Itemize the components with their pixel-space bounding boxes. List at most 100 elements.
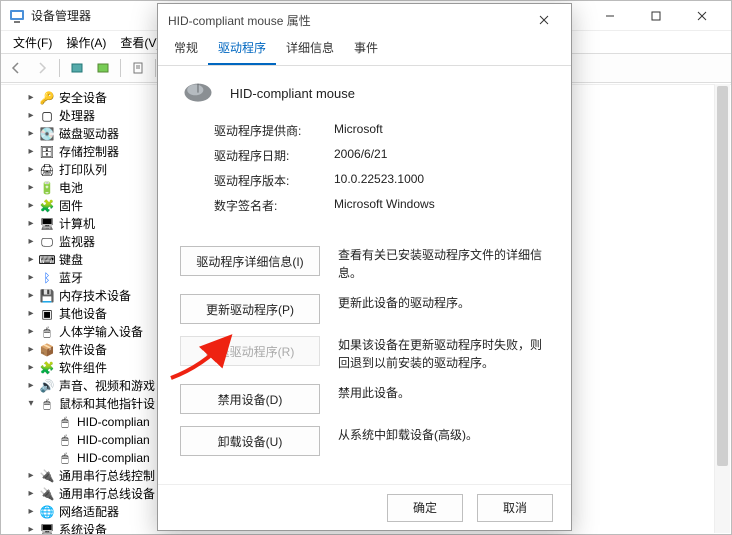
vertical-scrollbar[interactable] — [714, 84, 730, 533]
tree-twisty[interactable]: ▸ — [25, 164, 37, 176]
tree-node-icon: 💽 — [39, 126, 55, 142]
tree-node-icon: ᛒ — [39, 270, 55, 286]
tree-twisty[interactable]: ▸ — [25, 200, 37, 212]
tree-twisty[interactable]: ▸ — [25, 524, 37, 534]
tree-twisty[interactable]: ▸ — [25, 326, 37, 338]
tree-node-label: 通用串行总线控制 — [59, 467, 155, 485]
dlg-titlebar: HID-compliant mouse 属性 — [158, 4, 571, 36]
tree-twisty[interactable]: ▸ — [25, 344, 37, 356]
tab-events[interactable]: 事件 — [344, 33, 388, 65]
tb-back[interactable] — [5, 57, 27, 79]
tree-twisty[interactable]: ▾ — [25, 398, 37, 410]
dm-app-icon — [9, 8, 25, 24]
tb-properties[interactable] — [127, 57, 149, 79]
tree-node-icon: 🗄 — [39, 144, 55, 160]
update-driver-button[interactable]: 更新驱动程序(P) — [180, 294, 320, 324]
tree-node-label: 键盘 — [59, 251, 83, 269]
tree-twisty[interactable]: ▸ — [25, 362, 37, 374]
menu-action[interactable]: 操作(A) — [60, 32, 112, 53]
uninstall-device-button[interactable]: 卸载设备(U) — [180, 426, 320, 456]
minimize-button[interactable] — [589, 2, 631, 30]
version-value: 10.0.22523.1000 — [334, 172, 549, 186]
driver-details-desc: 查看有关已安装驱动程序文件的详细信息。 — [338, 246, 549, 282]
tree-node-label: 鼠标和其他指针设 — [59, 395, 155, 413]
tree-node-icon: 📦 — [39, 342, 55, 358]
tree-twisty[interactable] — [43, 452, 55, 464]
tree-twisty[interactable] — [43, 416, 55, 428]
tree-twisty[interactable]: ▸ — [25, 146, 37, 158]
driver-details-button[interactable]: 驱动程序详细信息(I) — [180, 246, 320, 276]
tree-node-icon: ⌨ — [39, 252, 55, 268]
signer-label: 数字签名者: — [214, 197, 334, 214]
tree-node-label: 处理器 — [59, 107, 95, 125]
rollback-driver-desc: 如果该设备在更新驱动程序时失败，则回退到以前安装的驱动程序。 — [338, 336, 549, 372]
tree-twisty[interactable]: ▸ — [25, 236, 37, 248]
tree-twisty[interactable]: ▸ — [25, 506, 37, 518]
tab-general[interactable]: 常规 — [164, 33, 208, 65]
cancel-button[interactable]: 取消 — [477, 494, 553, 522]
tree-node-icon: 💾 — [39, 288, 55, 304]
tree-twisty[interactable]: ▸ — [25, 308, 37, 320]
date-label: 驱动程序日期: — [214, 147, 334, 164]
tree-node-label: 通用串行总线设备 — [59, 485, 155, 503]
ok-button[interactable]: 确定 — [387, 494, 463, 522]
tree-node-icon: 🔌 — [39, 486, 55, 502]
tb-action1[interactable] — [66, 57, 88, 79]
tree-twisty[interactable]: ▸ — [25, 272, 37, 284]
tree-node-label: 存储控制器 — [59, 143, 119, 161]
tree-twisty[interactable]: ▸ — [25, 182, 37, 194]
mouse-icon — [180, 80, 216, 106]
tree-node-label: 内存技术设备 — [59, 287, 131, 305]
tree-node-icon: 🔊 — [39, 378, 55, 394]
dlg-tabs: 常规 驱动程序 详细信息 事件 — [158, 36, 571, 66]
tree-twisty[interactable] — [43, 434, 55, 446]
tree-node-label: 固件 — [59, 197, 83, 215]
tree-twisty[interactable]: ▸ — [25, 290, 37, 302]
tree-node-icon: 🖵 — [39, 234, 55, 250]
date-value: 2006/6/21 — [334, 147, 549, 161]
close-button[interactable] — [681, 2, 723, 30]
menu-file[interactable]: 文件(F) — [7, 32, 58, 53]
version-label: 驱动程序版本: — [214, 172, 334, 189]
tree-node-icon: 🖥 — [39, 216, 55, 232]
tab-driver[interactable]: 驱动程序 — [208, 33, 276, 65]
tree-node-label: 系统设备 — [59, 521, 107, 534]
provider-label: 驱动程序提供商: — [214, 122, 334, 139]
tree-node-label: 安全设备 — [59, 89, 107, 107]
tree-node-icon: ▣ — [39, 306, 55, 322]
disable-device-desc: 禁用此设备。 — [338, 384, 549, 402]
dlg-close-button[interactable] — [527, 6, 561, 34]
tb-action2[interactable] — [92, 57, 114, 79]
tree-node-icon: 🧩 — [39, 360, 55, 376]
scrollbar-thumb[interactable] — [717, 86, 728, 466]
tree-node-label: 蓝牙 — [59, 269, 83, 287]
tree-node-label: 人体学输入设备 — [59, 323, 143, 341]
tree-node-icon: 🖱 — [57, 432, 73, 448]
dlg-title-text: HID-compliant mouse 属性 — [168, 12, 527, 29]
tree-node-label: 电池 — [59, 179, 83, 197]
tree-node-label: 其他设备 — [59, 305, 107, 323]
tab-details[interactable]: 详细信息 — [276, 33, 344, 65]
tree-twisty[interactable]: ▸ — [25, 128, 37, 140]
tree-twisty[interactable]: ▸ — [25, 470, 37, 482]
tree-node-icon: 🖱 — [57, 450, 73, 466]
tree-node-icon: 🖥 — [39, 522, 55, 534]
uninstall-device-desc: 从系统中卸载设备(高级)。 — [338, 426, 549, 444]
tree-twisty[interactable]: ▸ — [25, 92, 37, 104]
tree-twisty[interactable]: ▸ — [25, 488, 37, 500]
tree-twisty[interactable]: ▸ — [25, 110, 37, 122]
tree-node-icon: 🔑 — [39, 90, 55, 106]
tree-twisty[interactable]: ▸ — [25, 218, 37, 230]
rollback-driver-button: 回退驱动程序(R) — [180, 336, 320, 366]
tree-twisty[interactable]: ▸ — [25, 254, 37, 266]
tree-node-label: HID-complian — [77, 449, 150, 467]
tree-node-icon: 🖨 — [39, 162, 55, 178]
tree-node-icon: 🔋 — [39, 180, 55, 196]
update-driver-desc: 更新此设备的驱动程序。 — [338, 294, 549, 312]
maximize-button[interactable] — [635, 2, 677, 30]
disable-device-button[interactable]: 禁用设备(D) — [180, 384, 320, 414]
tb-forward[interactable] — [31, 57, 53, 79]
tree-twisty[interactable]: ▸ — [25, 380, 37, 392]
tree-node-label: 磁盘驱动器 — [59, 125, 119, 143]
provider-value: Microsoft — [334, 122, 549, 136]
